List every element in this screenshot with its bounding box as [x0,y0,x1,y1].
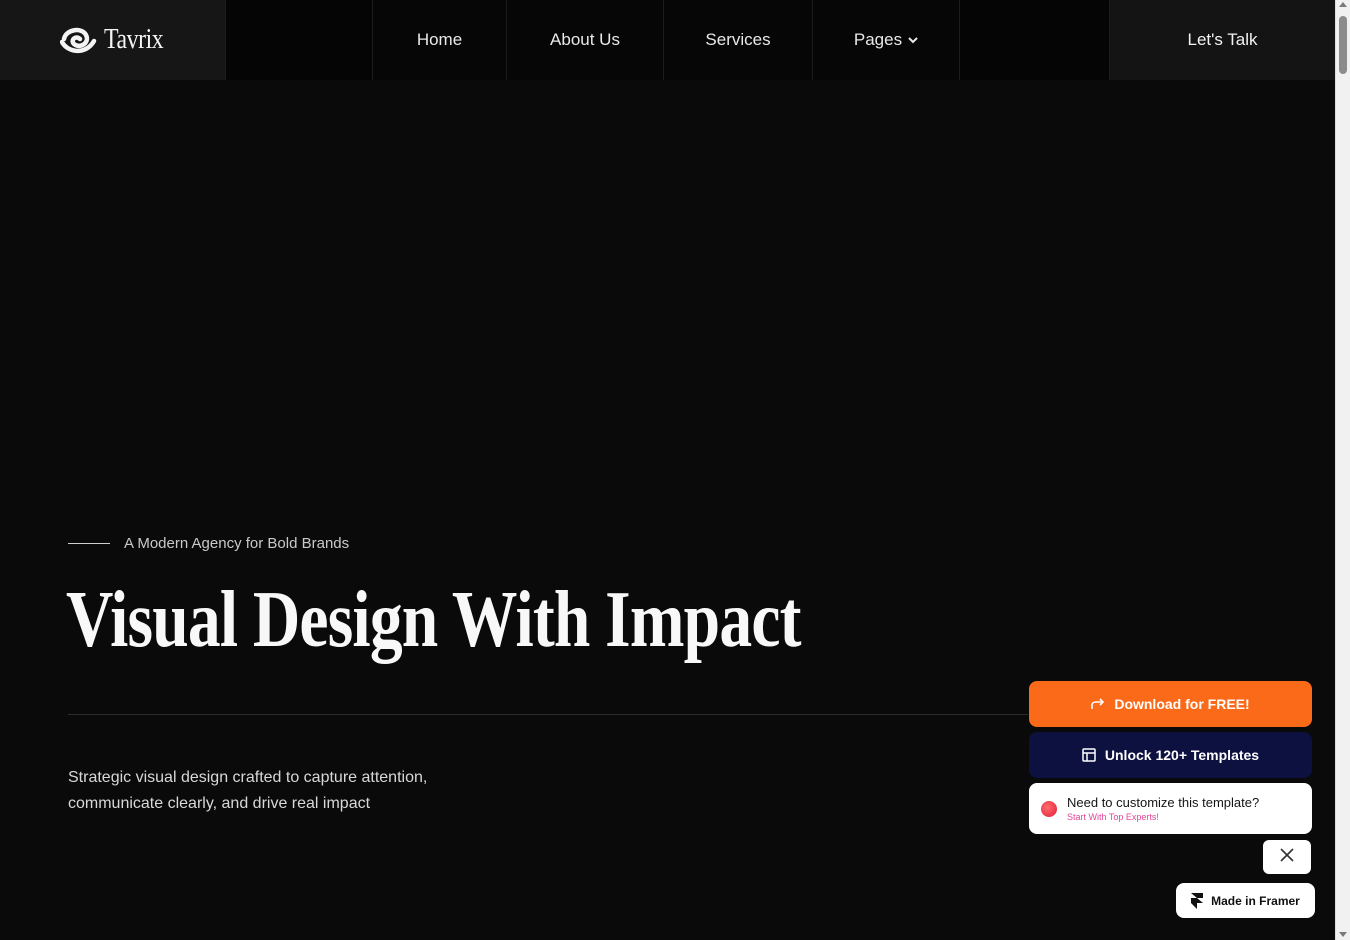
top-navbar: Tavrix Home About Us Services Pages Let'… [0,0,1335,80]
eyebrow-text: A Modern Agency for Bold Brands [124,535,350,552]
nav-spacer-left [226,0,373,80]
scrollbar-thumb[interactable] [1339,16,1347,74]
download-label: Download for FREE! [1114,696,1250,712]
hero-description: Strategic visual design crafted to captu… [68,769,428,812]
chevron-down-icon [908,35,918,47]
scroll-down-arrow-icon[interactable] [1339,932,1347,937]
nav-item-label: Pages [853,30,903,49]
close-widgets-button[interactable] [1263,840,1311,874]
customize-text: Need to customize this template? Start W… [1067,795,1259,822]
nav-item-about-us[interactable]: About Us [507,0,664,80]
made-in-framer-badge[interactable]: Made in Framer [1176,883,1315,918]
lets-talk-label: Let's Talk [1187,30,1258,49]
scroll-up-arrow-icon[interactable] [1339,2,1347,7]
nav-item-pages[interactable]: Pages [813,0,960,80]
unlock-label: Unlock 120+ Templates [1104,747,1260,763]
vertical-scrollbar[interactable] [1335,0,1350,940]
nav-item-home[interactable]: Home [373,0,507,80]
customize-title: Need to customize this template? [1067,795,1260,810]
brand-logo-link[interactable]: Tavrix [0,0,226,80]
close-icon [1280,847,1294,867]
framer-logo-icon [1191,892,1204,909]
expert-avatar-icon [1041,800,1057,817]
template-grid-icon [1082,748,1096,762]
download-free-button[interactable]: Download for FREE! [1029,681,1312,727]
nav-item-label: About Us [550,30,620,49]
brand-name: Tavrix [104,24,164,55]
nav-spacer-right [960,0,1110,80]
framer-badge-label: Made in Framer [1211,893,1300,908]
hero-divider [68,714,1028,715]
nav-item-label: Home [416,30,463,49]
hero-eyebrow: A Modern Agency for Bold Brands [68,535,349,552]
share-arrow-icon [1091,698,1105,710]
page-viewport: Tavrix Home About Us Services Pages Let'… [0,0,1335,940]
eyebrow-line [68,543,110,544]
customize-subtitle: Start With Top Experts! [1067,812,1159,822]
nav-item-label: Services [705,30,771,49]
swirl-logo-icon [60,25,98,55]
hero-title: Visual Design With Impact [66,576,801,664]
nav-item-services[interactable]: Services [664,0,813,80]
unlock-templates-button[interactable]: Unlock 120+ Templates [1029,732,1312,778]
customize-template-card[interactable]: Need to customize this template? Start W… [1029,783,1312,834]
lets-talk-button[interactable]: Let's Talk [1110,0,1335,80]
